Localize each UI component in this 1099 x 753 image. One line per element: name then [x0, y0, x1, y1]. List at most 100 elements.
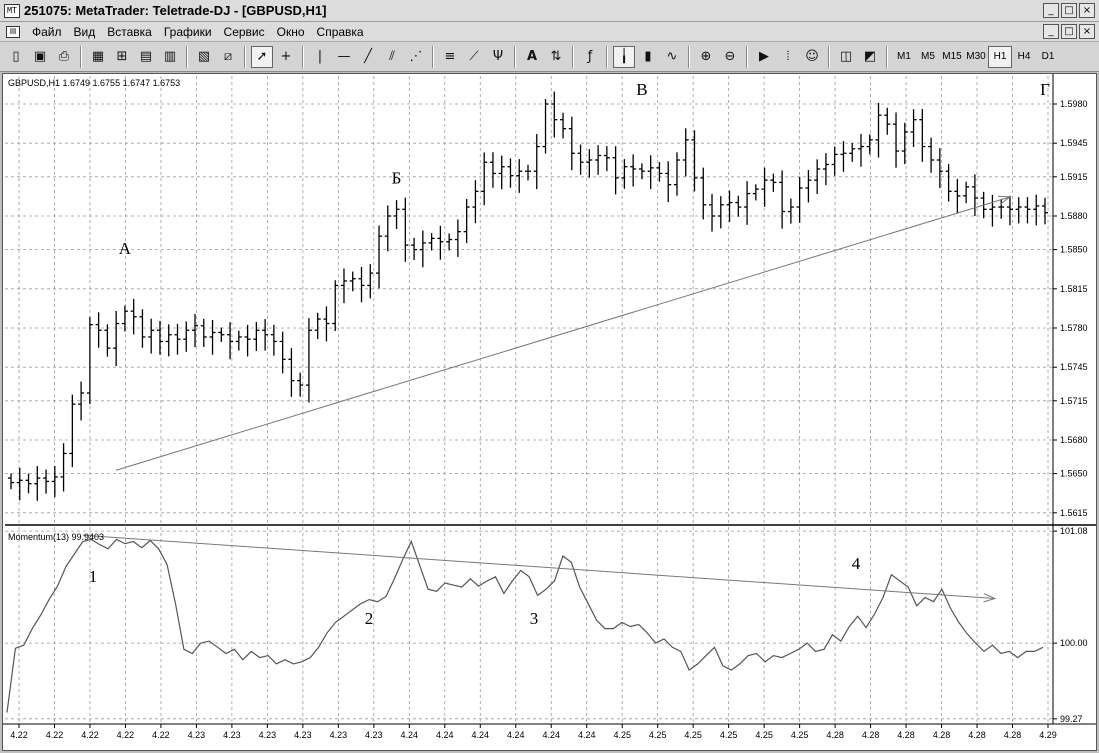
timeframe-d1[interactable]: D1: [1036, 46, 1060, 68]
time-tick-label: 4.24: [401, 730, 419, 740]
price-bar: [945, 164, 952, 202]
vertical-line-icon[interactable]: |: [309, 46, 331, 68]
timeframe-m30[interactable]: M30: [964, 46, 988, 68]
price-chart-header: GBPUSD,H1 1.6749 1.6755 1.6747 1.6753: [8, 78, 180, 88]
periodicity-icon[interactable]: ◫: [835, 46, 857, 68]
price-bar: [1033, 194, 1040, 226]
time-tick-label: 4.24: [578, 730, 596, 740]
price-tick-label: 1.5815: [1060, 284, 1088, 294]
timeframe-h4[interactable]: H4: [1012, 46, 1036, 68]
tester-icon[interactable]: ▥: [159, 46, 181, 68]
time-tick-label: 4.22: [81, 730, 99, 740]
price-bar: [752, 184, 759, 201]
new-order-icon[interactable]: ▧: [193, 46, 215, 68]
timeframe-h1[interactable]: H1: [988, 45, 1012, 68]
price-bar: [148, 318, 155, 354]
line-chart-icon[interactable]: ∿: [661, 46, 683, 68]
document-icon[interactable]: ▤: [6, 25, 20, 38]
terminal-icon[interactable]: ▤: [135, 46, 157, 68]
price-bar: [156, 320, 163, 355]
navigator-icon[interactable]: ⊞: [111, 46, 133, 68]
doc-close-icon[interactable]: ×: [1079, 24, 1095, 39]
arrows-icon[interactable]: ⇅: [545, 46, 567, 68]
price-bar: [209, 320, 216, 355]
fibonacci-icon[interactable]: ≡: [439, 46, 461, 68]
save-icon[interactable]: ▣: [29, 46, 51, 68]
price-bar: [25, 473, 32, 494]
app-icon: MT: [4, 3, 20, 18]
price-bar: [770, 173, 777, 192]
new-file-icon[interactable]: ▯: [5, 46, 27, 68]
indicators-icon[interactable]: ƒ: [579, 46, 601, 68]
price-bar: [910, 109, 917, 147]
price-bar: [51, 465, 58, 498]
bar-chart-icon[interactable]: ╽: [613, 45, 635, 68]
equidistant-channel-icon[interactable]: ⫽: [381, 46, 403, 68]
cursor-icon[interactable]: ➚: [251, 45, 273, 68]
document-window-buttons: _ □ ×: [1043, 24, 1095, 39]
price-bar: [8, 473, 14, 490]
price-bar: [113, 310, 120, 367]
price-bar: [69, 394, 76, 468]
menu-insert[interactable]: Вставка: [101, 25, 158, 39]
price-bar: [586, 149, 593, 178]
menu-help[interactable]: Справка: [311, 25, 370, 39]
close-icon[interactable]: ×: [1079, 3, 1095, 18]
price-bar: [183, 321, 190, 352]
menu-view[interactable]: Вид: [68, 25, 102, 39]
price-bar: [761, 167, 768, 207]
text-tool-icon[interactable]: A: [521, 46, 543, 68]
price-annotation-label: Г: [1040, 80, 1050, 99]
price-bar: [691, 130, 698, 192]
price-bar: [665, 161, 672, 203]
chart-window[interactable]: АБВГ1234 1.5980 1.5945 1.5915 1.5880 1.5850 1…: [2, 73, 1097, 751]
menu-file[interactable]: Файл: [26, 25, 68, 39]
horizontal-line-icon[interactable]: —: [333, 46, 355, 68]
restore-icon[interactable]: □: [1061, 3, 1077, 18]
doc-restore-icon[interactable]: □: [1061, 24, 1077, 39]
print-icon[interactable]: ⎙: [53, 46, 75, 68]
chart-canvas[interactable]: АБВ Г12 34 1.59801.59451.59151.58801.58501…: [3, 74, 1096, 750]
template-icon[interactable]: ◩: [859, 46, 881, 68]
regression-channel-icon[interactable]: ⋰: [405, 46, 427, 68]
title-bar: MT 251075: MetaTrader: Teletrade-DJ - [G…: [0, 0, 1099, 22]
candlestick-icon[interactable]: ▮: [637, 46, 659, 68]
timeframe-m1[interactable]: M1: [892, 46, 916, 68]
crosshair-icon[interactable]: +: [275, 46, 297, 68]
chart-shift-icon[interactable]: ⦙: [777, 46, 799, 68]
expert-icon[interactable]: ☺: [801, 46, 823, 68]
zoom-out-icon[interactable]: ⊖: [719, 46, 741, 68]
price-bar: [822, 153, 829, 186]
autoscroll-icon[interactable]: ▶: [753, 46, 775, 68]
time-tick-label: 4.25: [791, 730, 809, 740]
price-bar: [542, 99, 549, 154]
gann-icon[interactable]: ⟋: [463, 46, 485, 68]
price-bar: [305, 318, 312, 403]
price-tick-label: 1.5650: [1060, 469, 1088, 479]
zoom-in-icon[interactable]: ⊕: [695, 46, 717, 68]
menu-window[interactable]: Окно: [271, 25, 311, 39]
price-tick-label: 1.5715: [1060, 396, 1088, 406]
expert-advisors-icon[interactable]: ⧄: [217, 46, 239, 68]
price-bar: [463, 199, 470, 244]
momentum-annotation-label: 3: [530, 609, 539, 628]
price-bar: [954, 178, 961, 214]
trendline-icon[interactable]: ╱: [357, 46, 379, 68]
timeframe-m5[interactable]: M5: [916, 46, 940, 68]
doc-minimize-icon[interactable]: _: [1043, 24, 1059, 39]
price-bar: [1015, 197, 1022, 224]
minimize-icon[interactable]: _: [1043, 3, 1059, 18]
price-bar: [840, 141, 847, 172]
price-bar: [314, 312, 321, 340]
market-watch-icon[interactable]: ▦: [87, 46, 109, 68]
andrews-pitchfork-icon[interactable]: Ψ: [487, 46, 509, 68]
window-title: 251075: MetaTrader: Teletrade-DJ - [GBPU…: [24, 3, 327, 18]
price-bar: [270, 324, 277, 356]
price-tick-label: 1.5945: [1060, 138, 1088, 148]
price-bar: [551, 91, 558, 138]
timeframe-m15[interactable]: M15: [940, 46, 964, 68]
momentum-tick-label: 101.08: [1060, 526, 1088, 536]
menu-tools[interactable]: Сервис: [218, 25, 271, 39]
price-bar: [279, 331, 286, 374]
menu-charts[interactable]: Графики: [158, 25, 218, 39]
